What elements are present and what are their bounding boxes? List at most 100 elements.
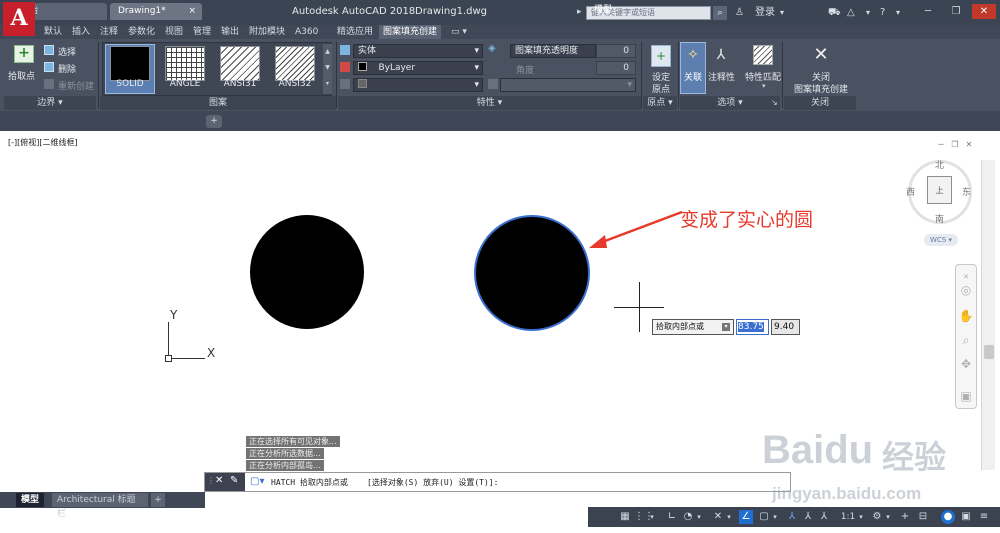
user-icon[interactable]: ♙ [735,6,744,20]
coord-y-input[interactable]: 9.40 [771,319,800,335]
workspace-gear-icon[interactable]: ⚙ [870,510,884,524]
zoom-icon[interactable]: ⌕ [958,332,974,348]
tab-3[interactable]: 参数化 [124,25,159,39]
dropdown-icon[interactable]: ▾ [722,323,730,331]
object-snap-icon[interactable]: ▢ [757,510,771,524]
scale-dropdown-icon[interactable]: ▾ [857,510,865,524]
angle-field[interactable]: 0 [596,61,636,75]
osnap-dropdown-icon[interactable]: ▾ [771,510,779,524]
annotative-label[interactable]: 注释性 [708,70,735,83]
hatched-circle-left[interactable] [250,215,364,329]
ortho-icon[interactable]: ∟ [665,510,679,524]
scale-field[interactable]: ▾ [500,78,636,92]
close-hatch-icon[interactable]: ✕ [810,44,832,66]
close-window-icon[interactable]: ✕ [972,4,996,19]
wcs-menu[interactable]: WCS ▾ [924,234,958,246]
tab-1[interactable]: 插入 [68,25,94,39]
wrench-icon[interactable]: ✎ [230,475,238,486]
boundary-panel-label[interactable]: 边界 ▾ [4,96,96,110]
object-snap-tracking-icon[interactable]: ∠ [739,510,753,524]
tab-10[interactable]: 图案填充创建 [379,25,442,39]
exchange-dropdown-icon[interactable]: ▾ [866,6,870,20]
viewcube-top-face[interactable]: 上 [927,176,952,204]
pick-points-button[interactable]: 拾取点 [8,69,35,82]
cart-icon[interactable]: ⛟ [828,6,841,20]
units-icon[interactable]: ⊟ [916,510,930,524]
options-panel-label[interactable]: 选项 ▾ [680,96,780,110]
tab-model[interactable]: 模型 [16,493,45,507]
showmotion-icon[interactable]: ▣ [958,388,974,404]
set-origin-icon[interactable]: + [651,45,671,67]
scrollbar-thumb[interactable] [984,345,994,359]
grip-icon[interactable]: ⋮ [207,476,215,485]
search-arrow-icon[interactable]: ▸ [577,7,582,17]
new-tab-button[interactable]: + [206,115,222,128]
viewcube-south[interactable]: 南 [935,212,944,225]
options-dialog-launcher-icon[interactable]: ↘ [771,98,778,107]
clean-screen-icon[interactable]: ▣ [959,510,973,524]
set-origin-label-2[interactable]: 原点 [650,82,672,95]
restore-icon[interactable]: ❐ [944,4,968,19]
viewcube-east[interactable]: 东 [962,185,971,198]
ansi32-pattern-swatch[interactable] [275,46,315,81]
polar-dropdown-icon[interactable]: ▾ [695,510,703,524]
hatch-color-dropdown[interactable]: ByLayer ▾ [353,61,483,75]
polar-tracking-icon[interactable]: ◔ [681,510,695,524]
solid-pattern-swatch[interactable] [110,46,150,81]
command-options[interactable]: [选择对象(S) 放弃(U) 设置(T)]: [367,477,498,488]
viewport-minimize-icon[interactable]: ─ [936,140,946,150]
snap-dropdown-icon[interactable]: ▾ [648,510,656,524]
close-command-icon[interactable]: ✕ [215,475,223,486]
login-dropdown-icon[interactable]: ▾ [780,6,784,20]
tab-close-icon[interactable]: × [188,3,196,19]
tab-7[interactable]: 附加模块 [245,25,289,39]
tab-4[interactable]: 视图 [161,25,187,39]
ansi31-pattern-swatch[interactable] [220,46,260,81]
tab-2[interactable]: 注释 [96,25,122,39]
tab-0[interactable]: 默认 [40,25,66,39]
viewcube-north[interactable]: 北 [935,158,944,171]
help-icon[interactable]: ? [880,6,885,20]
new-layout-button[interactable]: + [151,493,165,507]
tab-6[interactable]: 输出 [217,25,243,39]
viewcube-west[interactable]: 西 [906,185,915,198]
properties-panel-label[interactable]: 特性 ▾ [338,96,641,110]
tab-9[interactable]: 精选应用 [333,25,377,39]
background-color-dropdown[interactable]: ▾ [353,78,483,92]
auto-scale-icon[interactable]: ⅄ [801,510,815,524]
transparency-field[interactable]: 0 [596,44,636,58]
hatched-circle-selected[interactable] [474,215,590,331]
workspace-dropdown-icon[interactable]: ▾ [884,510,892,524]
model-space-button[interactable]: 模型 [592,3,614,17]
viewport-close-icon[interactable]: ✕ [964,140,974,150]
annotation-scale-icon[interactable]: ⅄ [817,510,831,524]
login-label[interactable]: 登录 [755,6,775,20]
steering-wheel-icon[interactable]: ◎ [958,282,974,298]
annotative-icon[interactable]: ⅄ [712,46,730,64]
customize-status-icon[interactable]: ≡ [977,510,991,524]
annotation-monitor-icon[interactable]: + [898,510,912,524]
help-dropdown-icon[interactable]: ▾ [896,6,900,20]
associative-label[interactable]: 关联 [682,70,704,83]
application-menu-button[interactable]: A [3,2,35,36]
match-properties-icon[interactable] [753,45,773,65]
orbit-icon[interactable]: ✥ [958,356,974,372]
tab-drawing1[interactable]: Drawing1* × [110,3,202,20]
tab-layout-architectural[interactable]: Architectural 标题栏 [52,493,148,519]
select-button[interactable]: 选择 [58,45,76,58]
tab-5[interactable]: 管理 [189,25,215,39]
pattern-scroll[interactable]: ▲ ▼ ▾ [323,44,332,94]
annotation-visibility-icon[interactable]: ⅄ [785,510,799,524]
select-icon[interactable] [44,45,54,55]
isodraft-dropdown-icon[interactable]: ▾ [725,510,733,524]
coord-x-input[interactable]: 83.75 [736,319,769,335]
hatch-type-dropdown[interactable]: 实体 ▾ [353,44,483,58]
pan-hand-icon[interactable]: ✋ [958,308,974,324]
close-hatch-label-2[interactable]: 图案填充创建 [793,82,849,95]
minimize-icon[interactable]: ─ [916,4,940,19]
origin-panel-label[interactable]: 原点 ▾ [643,96,677,110]
pick-points-icon[interactable]: + [14,45,34,63]
isolate-objects-icon[interactable]: ● [941,510,955,524]
match-dropdown-icon[interactable]: ▾ [762,82,766,90]
remove-icon[interactable] [44,62,54,72]
